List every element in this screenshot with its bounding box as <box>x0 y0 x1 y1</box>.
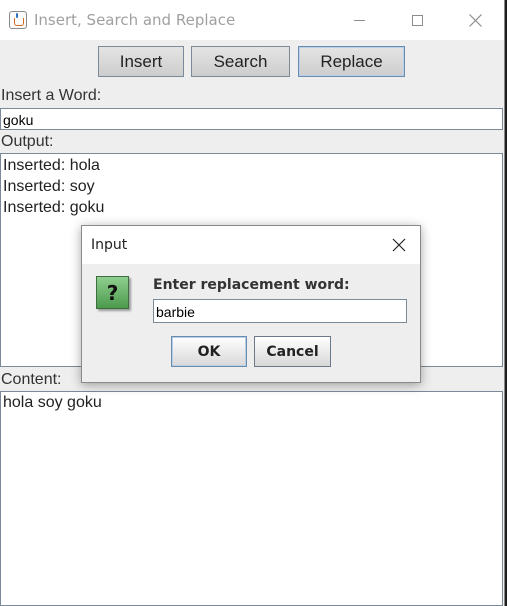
output-line: Inserted: soy <box>3 178 95 195</box>
dialog-close-button[interactable] <box>382 231 416 259</box>
dialog-title-bar: Input <box>82 226 420 264</box>
window-title: Insert, Search and Replace <box>34 11 236 29</box>
output-label: Output: <box>1 133 54 150</box>
input-dialog: Input ? Enter replacement word: barbie O… <box>81 225 421 383</box>
maximize-icon <box>411 14 423 26</box>
maximize-button[interactable] <box>388 0 446 40</box>
minimize-icon <box>353 19 365 21</box>
cancel-button[interactable]: Cancel <box>254 336 331 367</box>
content-textarea[interactable]: hola soy goku <box>0 391 503 606</box>
content-label: Content: <box>1 371 62 388</box>
question-icon: ? <box>96 276 129 309</box>
insert-word-input[interactable]: goku <box>0 108 503 130</box>
dialog-prompt: Enter replacement word: <box>153 277 350 293</box>
dialog-title: Input <box>91 237 128 253</box>
close-button[interactable] <box>446 0 504 40</box>
minimize-button[interactable] <box>330 0 388 40</box>
replace-button[interactable]: Replace <box>298 46 405 77</box>
close-icon <box>392 238 406 252</box>
output-line: Inserted: goku <box>3 199 105 216</box>
main-window: Insert, Search and Replace Insert Search… <box>0 0 505 606</box>
insert-button[interactable]: Insert <box>98 46 184 77</box>
replacement-word-input[interactable]: barbie <box>153 299 407 323</box>
output-line: Inserted: hola <box>3 157 100 174</box>
ok-button[interactable]: OK <box>171 336 247 367</box>
close-icon <box>468 13 482 27</box>
java-app-icon <box>9 11 27 29</box>
search-button[interactable]: Search <box>191 46 290 77</box>
title-bar: Insert, Search and Replace <box>0 0 504 40</box>
insert-word-label: Insert a Word: <box>1 87 102 104</box>
